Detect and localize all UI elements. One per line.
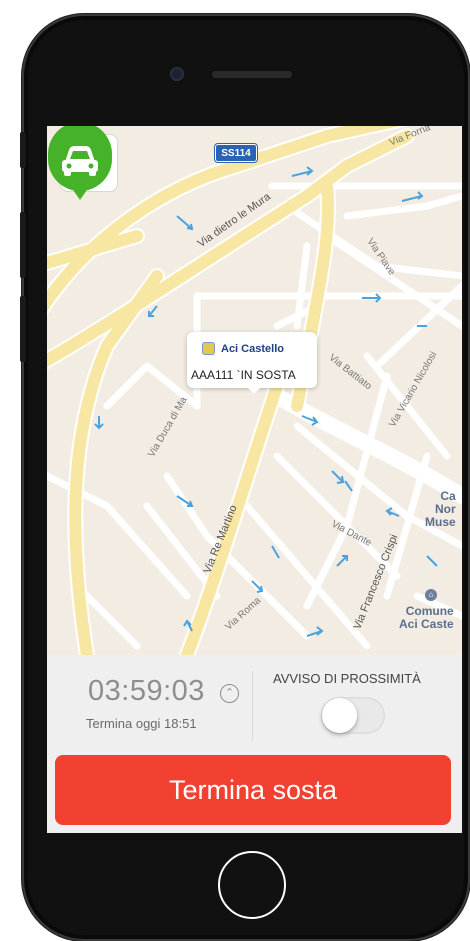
volume-up-button (20, 212, 26, 278)
remaining-timer: 03:59:03 (88, 675, 205, 707)
mute-switch (20, 132, 26, 168)
parking-callout[interactable]: Aci Castello AAA111 `IN SOSTA (187, 332, 317, 388)
front-camera-icon (170, 67, 184, 81)
parking-panel: 03:59:03 ⌃ Termina oggi 18:51 AVVISO DI … (47, 655, 462, 833)
car-pin-icon[interactable] (47, 126, 113, 201)
toggle-knob (322, 698, 357, 733)
crest-icon (202, 342, 215, 355)
town-hall-icon: ⌂ (425, 589, 437, 601)
end-parking-button[interactable]: Termina sosta (55, 755, 451, 825)
road-shield: SS114 (215, 144, 257, 162)
earpiece-speaker (212, 71, 292, 78)
proximity-label: AVVISO DI PROSSIMITÀ (273, 671, 421, 686)
poi-label-comune: Comune Aci Caste (399, 604, 454, 631)
home-button[interactable] (218, 851, 286, 919)
app-screen: Via Forna Via dietro le Mura Via Piave V… (47, 126, 462, 833)
ends-at-text: Termina oggi 18:51 (86, 716, 197, 731)
volume-down-button (20, 296, 26, 362)
callout-tail (247, 387, 261, 394)
brand-logo: Aci Castello (202, 342, 284, 355)
brand-name: Aci Castello (221, 342, 284, 355)
chevron-up-icon[interactable]: ⌃ (220, 684, 239, 703)
proximity-toggle[interactable] (321, 697, 385, 734)
map-view[interactable]: Via Forna Via dietro le Mura Via Piave V… (47, 126, 462, 655)
plate-status: AAA111 `IN SOSTA (191, 368, 296, 382)
poi-label: Ca Nor Muse (425, 489, 456, 529)
divider (252, 671, 253, 741)
